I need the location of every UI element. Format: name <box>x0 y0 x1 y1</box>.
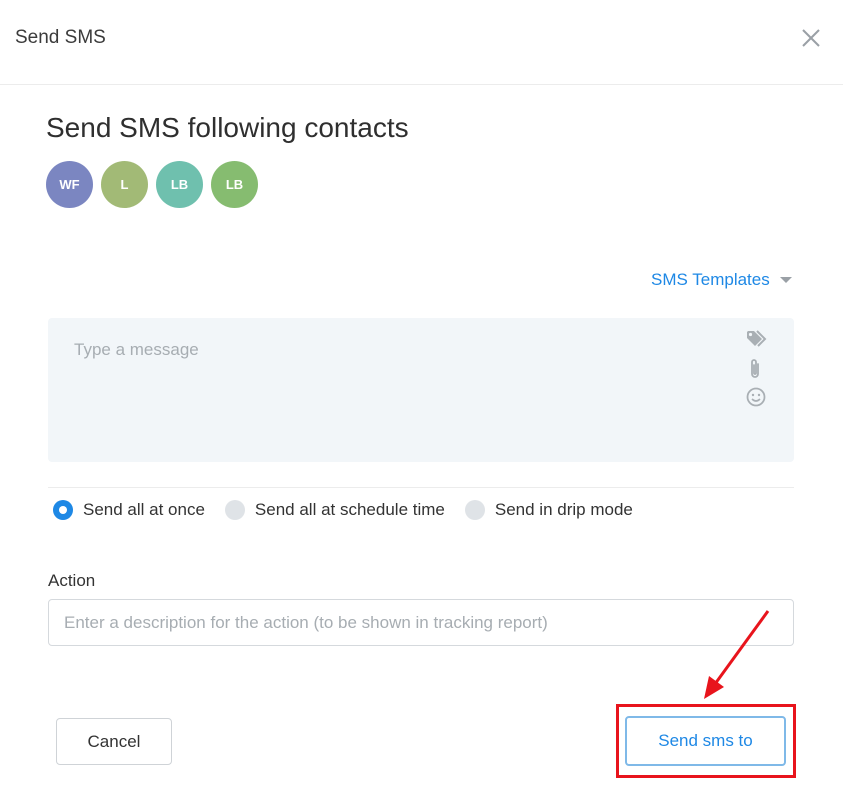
divider <box>48 487 794 488</box>
message-composer <box>48 318 794 462</box>
radio-unchecked-icon <box>464 500 485 520</box>
chevron-down-icon <box>779 277 792 283</box>
send-mode-options: Send all at once Send all at schedule ti… <box>53 500 653 520</box>
smiley-icon[interactable] <box>746 387 766 407</box>
action-label: Action <box>48 571 96 590</box>
tag-icon[interactable] <box>746 330 768 348</box>
avatar: WF <box>46 161 93 208</box>
contact-avatars: WF L LB LB <box>46 161 258 208</box>
dialog-header: Send SMS <box>0 0 843 85</box>
action-description-input[interactable] <box>48 599 794 646</box>
send-sms-button[interactable]: Send sms to <box>625 716 786 766</box>
radio-label: Send all at once <box>83 500 205 519</box>
avatar: LB <box>211 161 258 208</box>
radio-label: Send in drip mode <box>494 500 633 519</box>
annotation-arrow-icon <box>704 610 770 699</box>
radio-send-in-drip-mode[interactable]: Send in drip mode <box>464 500 633 520</box>
radio-send-at-schedule-time[interactable]: Send all at schedule time <box>224 500 445 520</box>
page-title: Send SMS following contacts <box>46 112 409 143</box>
sms-templates-label: SMS Templates <box>651 270 770 289</box>
avatar: LB <box>156 161 203 208</box>
radio-label: Send all at schedule time <box>254 500 445 519</box>
close-icon[interactable] <box>800 27 822 49</box>
dialog-title: Send SMS <box>15 27 106 48</box>
paperclip-icon[interactable] <box>748 358 762 380</box>
avatar: L <box>101 161 148 208</box>
radio-checked-icon <box>53 500 73 520</box>
sms-templates-dropdown[interactable]: SMS Templates <box>651 270 792 290</box>
radio-unchecked-icon <box>224 500 245 520</box>
message-input[interactable] <box>48 318 728 462</box>
cancel-button[interactable]: Cancel <box>56 718 172 765</box>
radio-send-all-at-once[interactable]: Send all at once <box>53 500 205 520</box>
